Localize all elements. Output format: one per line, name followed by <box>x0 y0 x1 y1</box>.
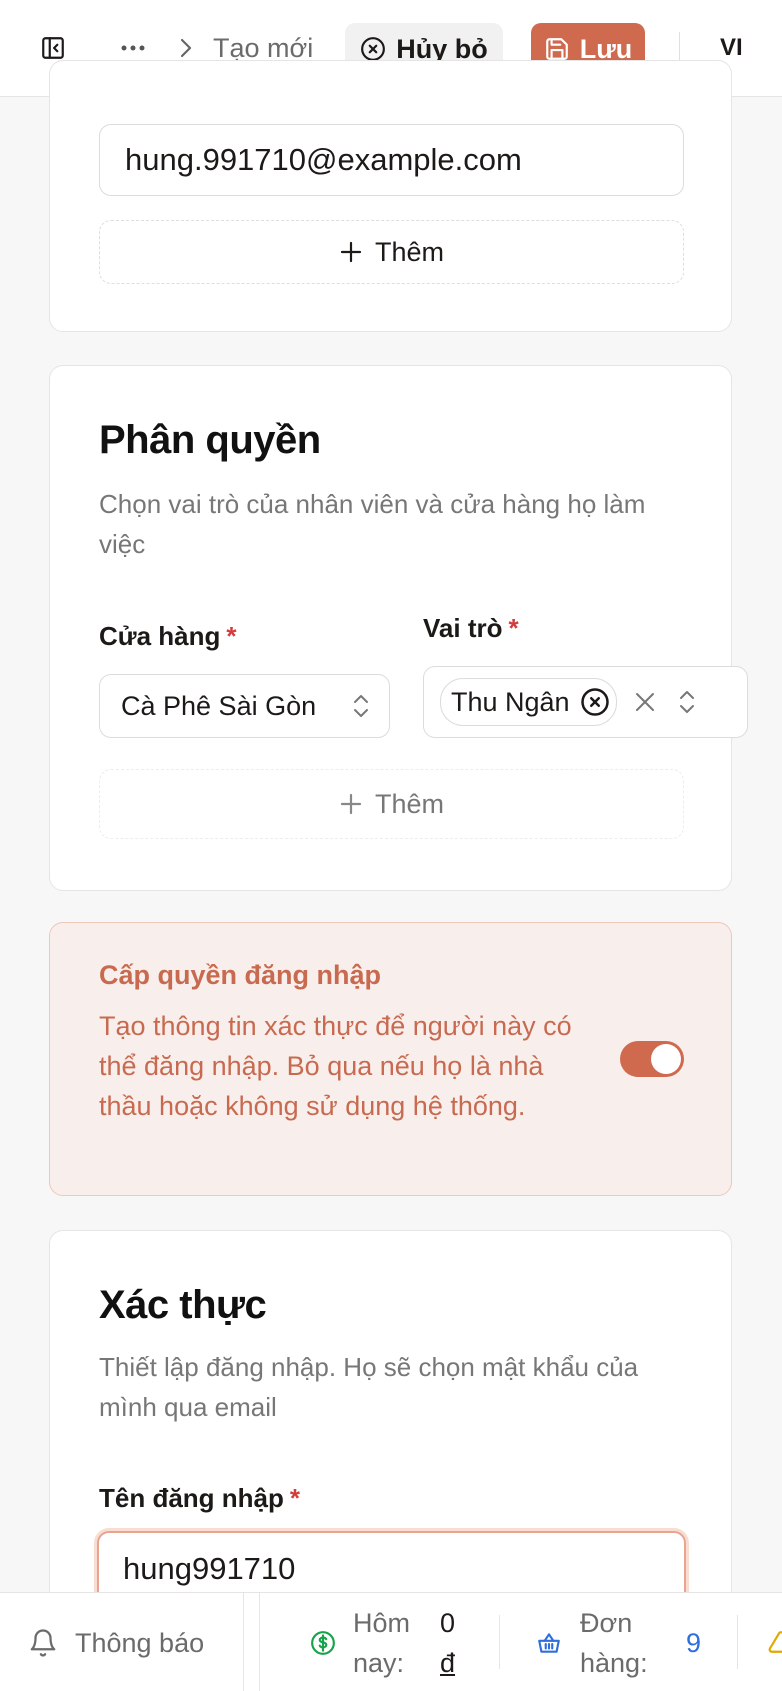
role-multiselect[interactable]: Thu Ngân <box>423 666 748 738</box>
email-value: hung.991710@example.com <box>125 142 522 177</box>
login-permission-card: Cấp quyền đăng nhập Tạo thông tin xác th… <box>49 922 732 1196</box>
today-value-line2: đ <box>440 1648 456 1678</box>
basket-icon <box>538 1633 560 1653</box>
store-select-value: Cà Phê Sài Gòn <box>121 690 317 721</box>
status-divider <box>737 1615 738 1669</box>
status-divider <box>499 1615 500 1669</box>
chevron-right-icon <box>175 35 197 61</box>
add-email-label: Thêm <box>374 236 445 267</box>
chevrons-up-down-icon <box>354 695 368 717</box>
email-field[interactable]: hung.991710@example.com <box>99 124 684 196</box>
orders-value: 9 <box>686 1628 702 1658</box>
login-permission-description: Tạo thông tin xác thực để người này có t… <box>99 1011 572 1121</box>
add-email-button[interactable]: Thêm <box>99 220 684 284</box>
roles-title: Phân quyền <box>99 418 321 462</box>
roles-description: Chọn vai trò của nhân viên và cửa hàng h… <box>99 489 646 559</box>
auth-description: Thiết lập đăng nhập. Họ sẽ chọn mật khẩu… <box>99 1352 639 1422</box>
role-tag-label: Thu Ngân <box>451 686 570 717</box>
language-switcher[interactable]: VI <box>720 32 743 64</box>
email-card: hung.991710@example.com Thêm <box>49 60 732 332</box>
username-value: hung991710 <box>123 1551 296 1586</box>
more-breadcrumbs-icon[interactable] <box>118 33 148 63</box>
auth-title: Xác thực <box>99 1283 267 1327</box>
plus-icon <box>340 793 362 815</box>
remove-tag-icon[interactable] <box>580 687 610 717</box>
warning-icon <box>768 1631 782 1653</box>
save-icon <box>545 38 568 60</box>
auth-card: Xác thực Thiết lập đăng nhập. Họ sẽ chọn… <box>49 1230 732 1650</box>
plus-icon <box>340 241 362 263</box>
store-label: Cửa hàng * <box>99 621 237 651</box>
chevrons-up-down-icon <box>679 691 694 713</box>
today-label-line1: Hôm <box>353 1608 411 1638</box>
cancel-circle-icon <box>361 37 386 61</box>
status-divider <box>243 1593 244 1691</box>
add-role-label: Thêm <box>374 788 445 819</box>
toggle-knob <box>651 1044 681 1074</box>
bell-icon[interactable] <box>28 1628 58 1658</box>
add-role-button[interactable]: Thêm <box>99 769 684 839</box>
today-label-line2: nay: <box>353 1648 405 1678</box>
sidebar-toggle-icon[interactable] <box>38 33 68 63</box>
role-tag: Thu Ngân <box>440 678 617 726</box>
status-bar: Thông báo Hôm nay: 0 đ Đơn hàng: 9 <box>0 1592 782 1691</box>
status-divider <box>259 1593 260 1691</box>
roles-card: Phân quyền Chọn vai trò của nhân viên và… <box>49 365 748 891</box>
clear-icon[interactable] <box>633 690 657 714</box>
username-label: Tên đăng nhập * <box>99 1483 301 1513</box>
login-permission-toggle[interactable] <box>620 1041 684 1077</box>
orders-label-line1: Đơn <box>580 1608 633 1638</box>
today-value-line1: 0 <box>440 1608 456 1638</box>
login-permission-title: Cấp quyền đăng nhập <box>99 960 382 990</box>
orders-label-line2: hàng: <box>580 1648 648 1678</box>
money-icon <box>311 1631 335 1655</box>
store-select[interactable]: Cà Phê Sài Gòn <box>99 674 390 738</box>
notifications-label[interactable]: Thông báo <box>75 1623 204 1663</box>
role-label: Vai trò * <box>423 613 519 643</box>
